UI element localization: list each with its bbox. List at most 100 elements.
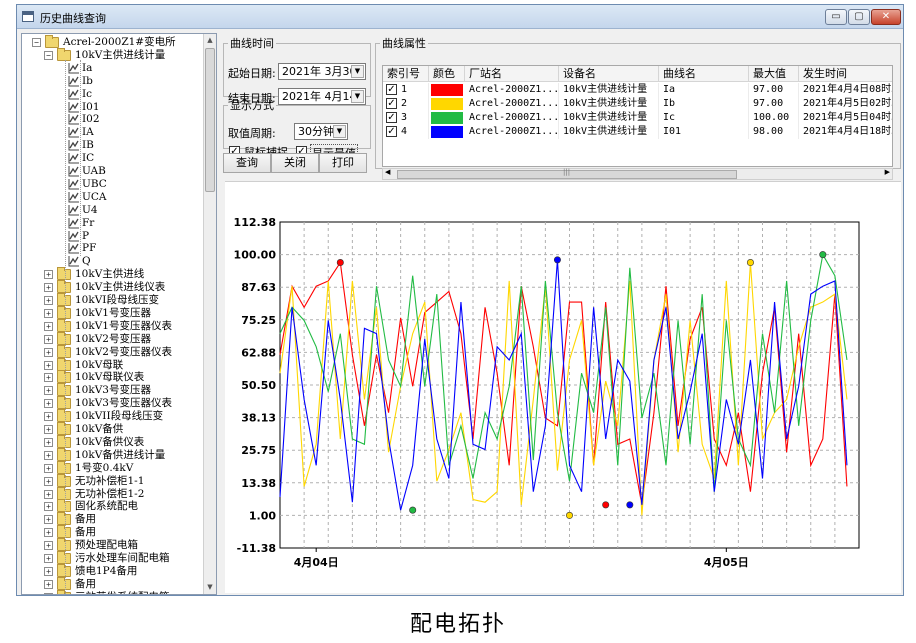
expand-icon[interactable]: + xyxy=(44,528,53,538)
max-marker-Ia[interactable] xyxy=(336,259,344,267)
tree-folder-item[interactable]: +10kV备供 xyxy=(22,422,202,436)
table-row[interactable]: ✓ 1 Acrel-2000Z1... 10kV主供进线计量 Ia 97.00 2021年4… xyxy=(383,83,892,97)
tree-folder-item[interactable]: + 备用 xyxy=(22,512,202,526)
column-header[interactable]: 曲线名 xyxy=(659,66,749,82)
expand-icon[interactable]: + xyxy=(44,308,53,318)
expand-icon[interactable]: + xyxy=(44,476,53,486)
expand-icon[interactable]: + xyxy=(44,450,53,460)
tree-folder-item[interactable]: +10kV3号变压器仪表 xyxy=(22,396,202,410)
tree-curve-item[interactable]: UBC xyxy=(22,178,202,191)
tree-folder-item[interactable]: +10kV主供进线 xyxy=(22,267,202,281)
curve-visible-checkbox[interactable]: ✓ xyxy=(386,112,397,123)
tree-folder-item[interactable]: +10kV母联仪表 xyxy=(22,370,202,384)
tree-scroll-thumb[interactable] xyxy=(205,48,215,192)
table-row[interactable]: ✓ 2 Acrel-2000Z1... 10kV主供进线计量 Ib 97.00 2021年4… xyxy=(383,97,892,111)
period-select[interactable]: 30分钟 ▼ xyxy=(294,123,348,140)
scroll-right-icon[interactable]: ▶ xyxy=(885,168,890,176)
expand-icon[interactable]: + xyxy=(44,592,53,594)
minimize-button[interactable]: ▭ xyxy=(825,9,847,25)
expand-icon[interactable]: + xyxy=(44,463,53,473)
min-marker-Ic[interactable] xyxy=(409,506,417,514)
history-curve-chart[interactable]: 112.38 100.00 87.63 75.25 62.88 50.50 38.13 25.… xyxy=(225,181,901,593)
tree-curve-item[interactable]: P xyxy=(22,230,202,243)
tree-curve-item[interactable]: PF xyxy=(22,242,202,255)
tree-folder-item[interactable]: +10kV主供进线仪表 xyxy=(22,280,202,294)
tree-curve-item[interactable]: IC xyxy=(22,152,202,165)
expand-icon[interactable]: + xyxy=(44,296,53,305)
expand-icon[interactable]: + xyxy=(44,283,53,293)
color-swatch[interactable] xyxy=(431,126,463,138)
min-marker-Ib[interactable] xyxy=(565,511,573,519)
tree-folder-item[interactable]: +10kV2号变压器仪表 xyxy=(22,344,202,359)
expand-icon[interactable]: + xyxy=(44,270,53,280)
close-window-button[interactable]: ✕ xyxy=(871,9,901,25)
tree-scrollbar[interactable]: ▲ ▼ xyxy=(203,34,216,594)
expand-icon[interactable]: + xyxy=(44,360,53,370)
max-marker-I01[interactable] xyxy=(553,256,561,264)
expand-icon[interactable]: + xyxy=(44,347,53,357)
expand-icon[interactable]: + xyxy=(44,437,53,447)
expand-icon[interactable]: + xyxy=(44,425,53,434)
table-scroll-thumb[interactable]: ||| xyxy=(397,168,737,179)
start-date-dropdown-icon[interactable]: ▼ xyxy=(351,65,364,78)
tree-curve-item[interactable]: Ib xyxy=(22,75,202,88)
tree-folder-item[interactable]: + 固化系统配电 xyxy=(22,499,202,513)
expand-icon[interactable]: + xyxy=(44,321,53,331)
max-marker-Ib[interactable] xyxy=(746,259,754,267)
tree-curve-item[interactable]: Fr xyxy=(22,217,202,230)
tree-folder-item[interactable]: +1号变0.4kV xyxy=(22,460,202,475)
tree-scroll-up-icon[interactable]: ▲ xyxy=(204,34,216,47)
expand-icon[interactable]: + xyxy=(44,541,53,551)
column-header[interactable]: 颜色 xyxy=(429,66,465,82)
tree-folder-item[interactable]: +10kV3号变压器 xyxy=(22,383,202,397)
expand-icon[interactable]: + xyxy=(44,386,53,396)
expand-icon[interactable]: + xyxy=(44,399,53,409)
max-marker-Ic[interactable] xyxy=(819,251,827,259)
collapse-icon[interactable]: − xyxy=(32,38,41,47)
tree-curve-item[interactable]: IA xyxy=(22,126,202,139)
expand-icon[interactable]: + xyxy=(44,334,53,344)
table-row[interactable]: ✓ 4 Acrel-2000Z1... 10kV主供进线计量 I01 98.00 2021年… xyxy=(383,125,892,139)
expand-icon[interactable]: + xyxy=(44,502,53,512)
tree-folder-item[interactable]: +10kV备供进线计量 xyxy=(22,447,202,462)
tree-folder-item[interactable]: + 馈电1P4备用 xyxy=(22,563,202,578)
column-header[interactable]: 索引号 xyxy=(383,66,429,82)
tree-folder-item[interactable]: + 无功补偿柜1-1 xyxy=(22,473,202,488)
tree-folder-item[interactable]: + 预处理配电箱 xyxy=(22,538,202,552)
curve-visible-checkbox[interactable]: ✓ xyxy=(386,84,397,95)
table-horizontal-scrollbar[interactable]: ◀ ||| ▶ xyxy=(382,168,893,180)
tree-folder-item[interactable]: +10kV备供仪表 xyxy=(22,434,202,449)
tree-curve-item[interactable]: Ia xyxy=(22,62,202,75)
tree-curve-item[interactable]: U4 xyxy=(22,204,202,217)
expand-icon[interactable]: + xyxy=(44,515,53,525)
color-swatch[interactable] xyxy=(431,84,463,96)
tree-folder-item[interactable]: +10kVI段母线压变 xyxy=(22,293,202,307)
expand-icon[interactable]: + xyxy=(44,489,53,499)
tree-folder-item[interactable]: + 污水处理车间配电箱 xyxy=(22,551,202,565)
tree-folder-item[interactable]: +10kVII段母线压变 xyxy=(22,409,202,423)
column-header[interactable]: 设备名 xyxy=(559,66,659,82)
table-row[interactable]: ✓ 3 Acrel-2000Z1... 10kV主供进线计量 Ic 100.00 2021年… xyxy=(383,111,892,125)
tree-curve-item[interactable]: IB xyxy=(22,139,202,152)
column-header[interactable]: 最大值 xyxy=(749,66,799,82)
tree-folder-item[interactable]: + 无功补偿柜1-2 xyxy=(22,486,202,501)
expand-icon[interactable]: + xyxy=(44,566,53,576)
tree-folder-item[interactable]: − Acrel-2000Z1#变电所 xyxy=(22,35,202,49)
title-bar[interactable]: 历史曲线查询 ▭ ▢ ✕ xyxy=(17,5,903,29)
print-button[interactable]: 打印 xyxy=(319,153,367,173)
expand-icon[interactable]: + xyxy=(44,373,53,383)
column-header[interactable]: 发生时间 xyxy=(799,66,892,82)
color-swatch[interactable] xyxy=(431,98,463,110)
chart-canvas[interactable]: 112.38 100.00 87.63 75.25 62.88 50.50 38.13 25.… xyxy=(225,182,901,594)
device-tree[interactable]: − Acrel-2000Z1#变电所 −10kV主供进线计量 Ia Ib Ic I01 I02… xyxy=(21,33,217,595)
start-date-picker[interactable]: 2021年 3月30 ▼ xyxy=(278,63,366,80)
tree-folder-item[interactable]: +10kV2号变压器 xyxy=(22,331,202,346)
tree-scroll-down-icon[interactable]: ▼ xyxy=(204,581,216,594)
tree-folder-item[interactable]: +10kV母联 xyxy=(22,357,202,372)
tree-folder-item[interactable]: + 备用 xyxy=(22,525,202,539)
tree-curve-item[interactable]: Q xyxy=(22,255,202,268)
column-header[interactable]: 厂站名 xyxy=(465,66,559,82)
tree-curve-item[interactable]: I02 xyxy=(22,113,202,126)
curve-visible-checkbox[interactable]: ✓ xyxy=(386,126,397,137)
color-swatch[interactable] xyxy=(431,112,463,124)
